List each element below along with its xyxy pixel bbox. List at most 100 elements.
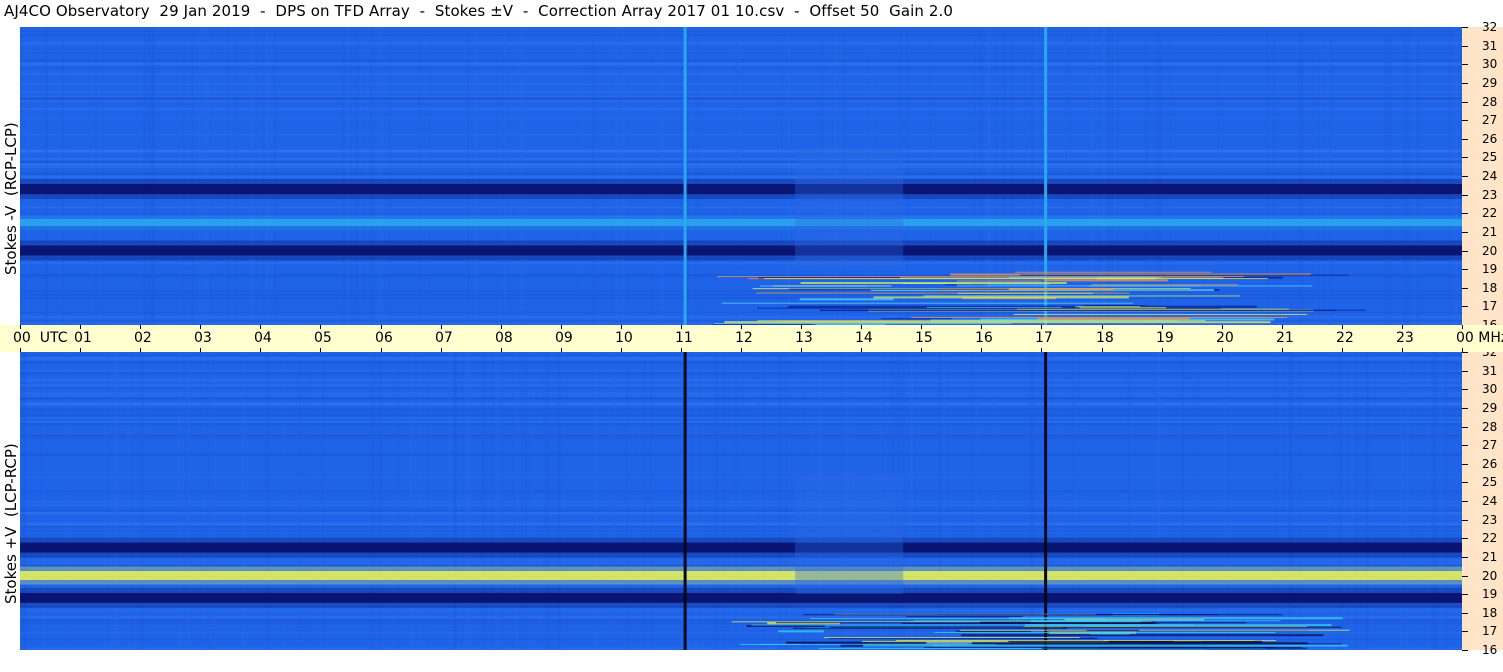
- noise-column: [1265, 27, 1269, 325]
- time-tick-bottom: [381, 348, 382, 352]
- time-tick: [1162, 325, 1163, 329]
- interference-streak: [881, 318, 952, 320]
- noise-streak: [20, 357, 1462, 361]
- yellow-band: [20, 571, 1462, 580]
- noise-column: [341, 27, 345, 325]
- time-tick: [441, 325, 442, 329]
- interference-streak: [873, 296, 1129, 299]
- noise-streak: [20, 437, 1462, 439]
- time-tick-bottom: [681, 348, 682, 352]
- noise-column: [207, 27, 210, 325]
- noise-column: [729, 27, 732, 325]
- freq-tick: [1462, 501, 1468, 502]
- noise-column: [1272, 27, 1276, 325]
- noise-streak: [20, 435, 1462, 437]
- time-tick-bottom: [741, 348, 742, 352]
- interference-streak: [724, 321, 1271, 324]
- noise-column: [265, 27, 269, 325]
- time-tick-label: 14: [855, 330, 873, 346]
- time-tick-label: 13: [795, 330, 813, 346]
- time-tick-bottom: [80, 348, 81, 352]
- time-tick: [921, 325, 922, 329]
- noise-streak: [20, 512, 1462, 515]
- noise-streak: [20, 530, 1462, 532]
- time-tick-label: 05: [314, 330, 332, 346]
- freq-tick: [1462, 27, 1468, 28]
- chart-title: AJ4CO Observatory 29 Jan 2019 - DPS on T…: [4, 2, 954, 20]
- freq-tick: [1462, 482, 1468, 483]
- freq-tick-label: 17: [1482, 299, 1498, 313]
- freq-tick-label: 17: [1482, 624, 1498, 638]
- freq-tick-label: 31: [1482, 39, 1498, 53]
- noise-column: [349, 27, 352, 325]
- interference-streak: [1091, 284, 1239, 286]
- interference-streak: [819, 309, 1366, 311]
- freq-tick-label: 18: [1482, 606, 1498, 620]
- noise-column: [380, 27, 382, 325]
- shaded-region: [795, 473, 904, 595]
- noise-column: [20, 27, 23, 325]
- noise-column: [696, 27, 699, 325]
- freq-tick: [1462, 139, 1468, 140]
- time-tick: [621, 325, 622, 329]
- noise-column: [736, 27, 739, 325]
- time-tick: [1282, 325, 1283, 329]
- noise-column: [996, 27, 998, 325]
- time-tick-label: 23: [1396, 330, 1414, 346]
- noise-column: [973, 27, 976, 325]
- freq-tick-label: 31: [1482, 364, 1498, 378]
- noise-column: [227, 27, 229, 325]
- noise-streak: [20, 370, 1462, 372]
- noise-streak: [20, 420, 1462, 423]
- noise-streak: [20, 413, 1462, 417]
- time-tick-label: 07: [435, 330, 453, 346]
- freq-tick: [1462, 251, 1468, 252]
- freq-tick-label: 28: [1482, 420, 1498, 434]
- noise-streak: [20, 416, 1462, 419]
- interference-streak: [803, 614, 1283, 616]
- noise-streak: [20, 453, 1462, 456]
- noise-column: [366, 27, 370, 325]
- time-tick: [260, 325, 261, 329]
- y-axis-label-bottom: Stokes +V (LCP-RCP): [2, 443, 20, 604]
- noise-column: [272, 27, 276, 325]
- freq-tick: [1462, 176, 1468, 177]
- time-tick-bottom: [501, 348, 502, 352]
- freq-tick-label: 23: [1482, 513, 1498, 527]
- time-tick-bottom: [561, 348, 562, 352]
- freq-tick-label: 24: [1482, 494, 1498, 508]
- noise-streak: [20, 372, 1462, 375]
- noise-column: [660, 27, 664, 325]
- noise-column: [429, 27, 431, 325]
- time-tick-label: 01: [74, 330, 92, 346]
- noise-column: [25, 27, 30, 325]
- interference-streak: [823, 637, 1080, 639]
- freq-tick: [1462, 232, 1468, 233]
- freq-tick: [1462, 102, 1468, 103]
- spectrogram-bottom: [20, 352, 1462, 650]
- interference-streak: [1017, 308, 1289, 310]
- time-tick-label: 20: [1216, 330, 1234, 346]
- freq-tick: [1462, 306, 1468, 307]
- noise-column: [780, 27, 783, 325]
- freq-tick: [1462, 269, 1468, 270]
- freq-tick-label: 32: [1482, 20, 1498, 34]
- light-band: [20, 219, 1462, 227]
- vertical-line-marker: [683, 352, 687, 650]
- interference-streak: [772, 285, 892, 287]
- interference-streak: [1009, 617, 1343, 620]
- shaded-region: [795, 148, 904, 270]
- noise-streak: [20, 616, 1462, 618]
- freq-tick-label: 28: [1482, 95, 1498, 109]
- noise-column: [517, 27, 520, 325]
- time-tick: [561, 325, 562, 329]
- interference-streak: [830, 626, 1342, 628]
- freq-tick-label: 19: [1482, 262, 1498, 276]
- interference-streak: [957, 292, 1093, 294]
- interference-streak: [956, 280, 1042, 282]
- interference-streak: [716, 276, 1244, 278]
- noise-column: [346, 27, 350, 325]
- freq-tick-label: 26: [1482, 457, 1498, 471]
- noise-column: [980, 27, 984, 325]
- spectrogram-svg: [20, 352, 1462, 650]
